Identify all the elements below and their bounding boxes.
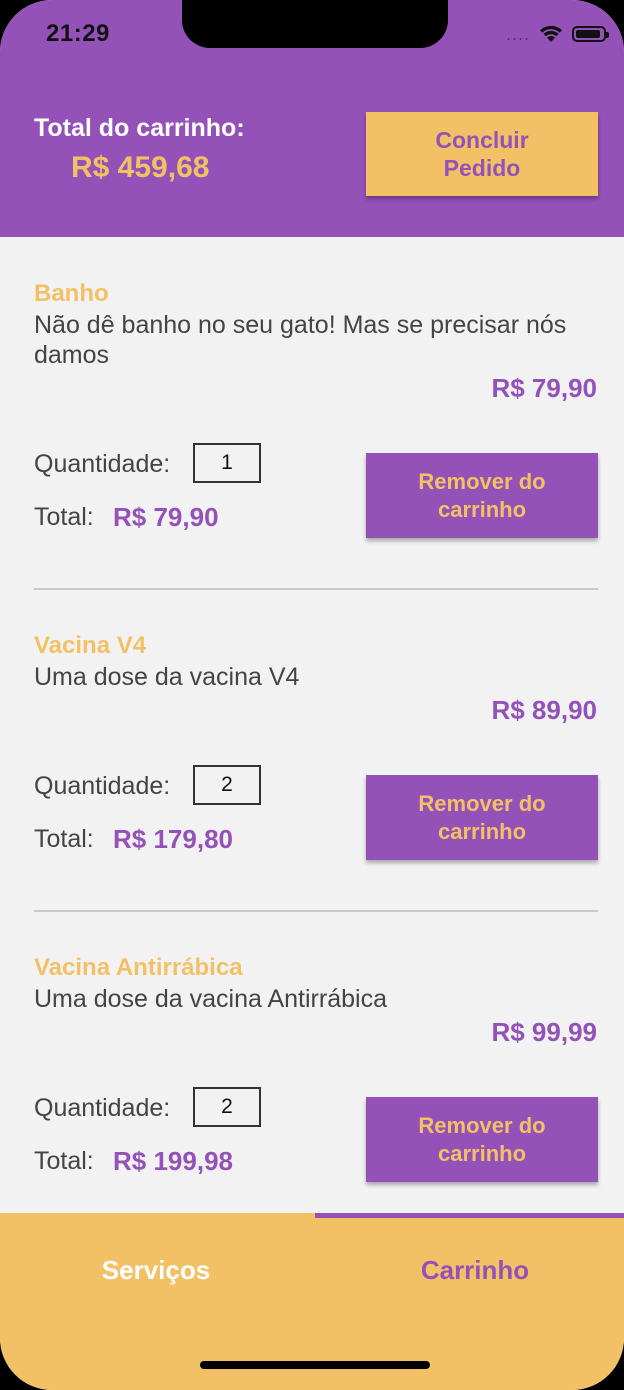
item-total-label: Total: (34, 503, 94, 531)
item-divider (34, 910, 598, 912)
signal-icon: .... (505, 24, 530, 44)
status-icons: .... (505, 24, 609, 44)
item-total-label: Total: (34, 825, 94, 853)
item-description: Não dê banho no seu gato! Mas se precisa… (34, 311, 567, 369)
quantity-input[interactable] (193, 1087, 261, 1127)
device-notch (182, 0, 448, 48)
item-price: R$ 89,90 (491, 695, 597, 725)
item-total-value: R$ 179,80 (113, 824, 233, 854)
item-price: R$ 79,90 (491, 373, 597, 403)
item-total-value: R$ 199,98 (113, 1146, 233, 1176)
remove-from-cart-button[interactable]: Remover do carrinho (366, 1097, 598, 1182)
tab-servicos[interactable]: Serviços (0, 1255, 312, 1286)
quantity-label: Quantidade: (34, 450, 171, 478)
item-description: Uma dose da vacina Antirrábica (34, 985, 387, 1013)
cart-total-value: R$ 459,68 (71, 151, 210, 184)
remove-from-cart-button[interactable]: Remover do carrinho (366, 453, 598, 538)
active-tab-indicator (315, 1213, 624, 1218)
quantity-label: Quantidade: (34, 772, 171, 800)
status-time: 21:29 (46, 20, 110, 47)
conclude-order-button[interactable]: Concluir Pedido (366, 112, 598, 196)
item-title: Vacina Antirrábica (34, 954, 243, 981)
item-price: R$ 99,99 (491, 1017, 597, 1047)
item-description: Uma dose da vacina V4 (34, 663, 300, 691)
quantity-input[interactable] (193, 765, 261, 805)
cart-total-label: Total do carrinho: (34, 114, 245, 142)
phone-screen: 21:29 .... Total do carrinho: R$ 459,68 … (0, 0, 624, 1390)
item-title: Banho (34, 280, 109, 307)
cart-header: 21:29 .... Total do carrinho: R$ 459,68 … (0, 0, 624, 237)
quantity-input[interactable] (193, 443, 261, 483)
item-total-value: R$ 79,90 (113, 502, 219, 532)
quantity-label: Quantidade: (34, 1094, 171, 1122)
item-total-label: Total: (34, 1147, 94, 1175)
home-indicator[interactable] (200, 1361, 430, 1369)
tab-carrinho[interactable]: Carrinho (319, 1255, 624, 1286)
battery-icon (572, 26, 609, 42)
wifi-icon (540, 25, 562, 42)
item-divider (34, 588, 598, 590)
remove-from-cart-button[interactable]: Remover do carrinho (366, 775, 598, 860)
item-title: Vacina V4 (34, 632, 147, 659)
